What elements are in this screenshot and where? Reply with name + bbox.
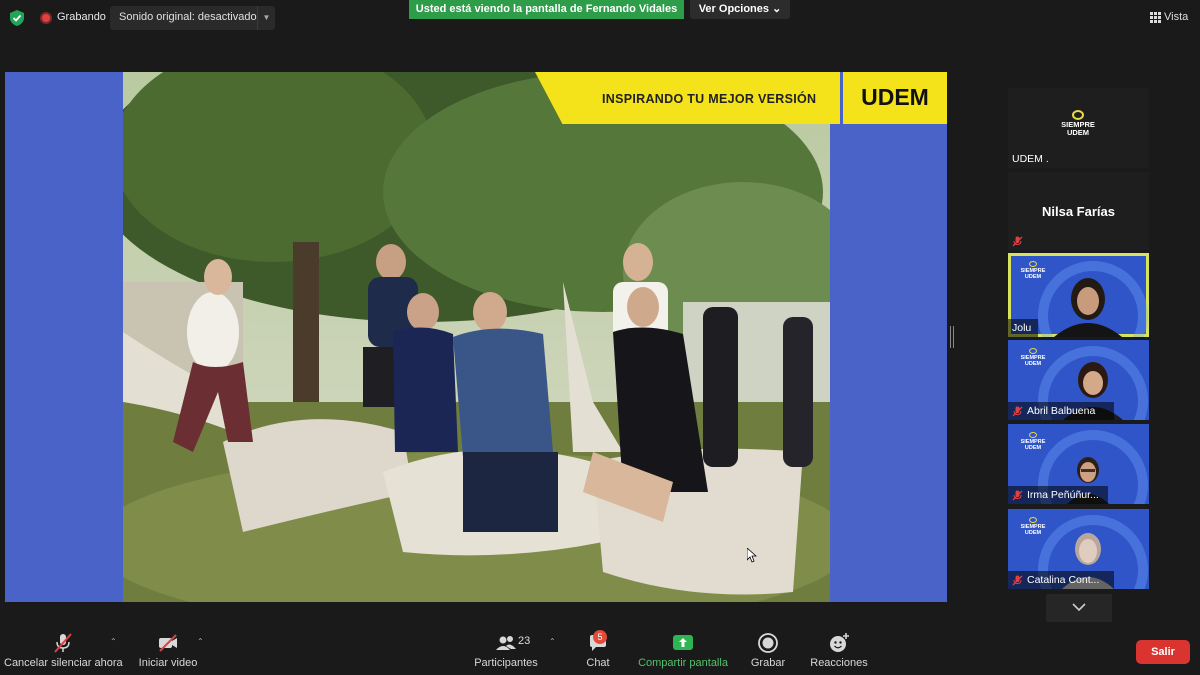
muted-mic-icon <box>1012 490 1023 500</box>
reactions-icon <box>830 633 849 652</box>
original-sound-label: Sonido original: desactivado <box>119 11 257 23</box>
chat-label: Chat <box>586 657 610 669</box>
record-icon <box>758 633 778 653</box>
participant-video-image <box>1054 278 1122 337</box>
share-screen-label: Compartir pantalla <box>638 657 728 669</box>
participant-name: Abril Balbuena <box>1012 405 1095 417</box>
reactions-button[interactable]: Reacciones <box>808 626 870 675</box>
view-label: Vista <box>1164 11 1189 23</box>
participant-name-bar <box>1012 235 1027 247</box>
group-photo-image <box>123 72 830 602</box>
video-options-caret-icon[interactable]: ⌃ <box>197 637 204 646</box>
unmute-button[interactable]: Cancelar silenciar ahora <box>4 626 123 675</box>
udem-logo-text: UDEM <box>861 84 929 110</box>
participant-tile-nilsa[interactable]: Nilsa Farías <box>1008 172 1149 250</box>
siempre-udem-logo: SIEMPRE UDEM <box>1054 110 1102 137</box>
record-label: Grabar <box>750 657 786 669</box>
participants-label: Participantes <box>474 657 538 669</box>
participant-name: Jolu <box>1012 322 1032 334</box>
participant-name: Catalina Cont... <box>1012 574 1099 586</box>
participants-caret-icon[interactable]: ⌃ <box>549 637 556 646</box>
view-options-label: Ver Opciones <box>698 3 770 15</box>
muted-mic-icon <box>54 633 72 653</box>
muted-mic-icon <box>1012 236 1023 247</box>
view-options-button[interactable]: Ver Opciones ⌄ <box>690 0 790 19</box>
participants-button[interactable]: 23 Participantes <box>474 626 538 675</box>
muted-mic-icon <box>1012 575 1023 585</box>
leave-meeting-button[interactable]: Salir <box>1136 640 1190 664</box>
participants-count: 23 <box>518 635 531 647</box>
siempre-udem-logo: SIEMPRE UDEM <box>1016 261 1050 280</box>
original-sound-dropdown[interactable]: Sonido original: desactivado ▼ <box>110 6 275 30</box>
siempre-udem-logo: SIEMPRE UDEM <box>1016 432 1050 451</box>
record-button[interactable]: Grabar <box>748 626 788 675</box>
unmute-label: Cancelar silenciar ahora <box>4 657 123 669</box>
chat-unread-badge: 5 <box>593 630 607 644</box>
mouse-pointer-icon <box>747 548 757 563</box>
panel-resize-handle[interactable] <box>950 326 954 348</box>
participant-tile-udem[interactable]: SIEMPRE UDEM UDEM . <box>1008 88 1149 168</box>
participant-tile-catalina[interactable]: SIEMPRE UDEM Catalina Cont... <box>1008 509 1149 589</box>
start-video-label: Iniciar video <box>138 657 198 669</box>
participant-tile-abril[interactable]: SIEMPRE UDEM Abril Balbuena <box>1008 340 1149 420</box>
meeting-top-bar: Grabando Sonido original: desactivado ▼ … <box>0 0 1200 36</box>
share-screen-button[interactable]: Compartir pantalla <box>636 626 730 675</box>
recording-dot-icon <box>40 12 52 24</box>
siempre-udem-logo: SIEMPRE UDEM <box>1016 348 1050 367</box>
audio-options-caret-icon[interactable]: ⌃ <box>110 637 117 646</box>
start-video-button[interactable]: Iniciar video <box>134 626 202 675</box>
participant-display-name: Nilsa Farías <box>1042 204 1115 219</box>
participant-name: UDEM . <box>1012 153 1049 165</box>
grid-icon <box>1150 12 1161 23</box>
view-layout-button[interactable]: Vista <box>1146 9 1194 27</box>
participants-icon <box>496 636 516 650</box>
viewing-screen-banner: Usted está viendo la pantalla de Fernand… <box>409 0 684 19</box>
gallery-scroll-down-button[interactable] <box>1046 594 1112 622</box>
chat-button[interactable]: 5 Chat <box>578 626 618 675</box>
participant-tile-jolu[interactable]: SIEMPRE UDEM Jolu <box>1008 253 1149 337</box>
shared-screen[interactable]: INSPIRANDO TU MEJOR VERSIÓN UDEM <box>5 72 947 602</box>
chevron-down-icon[interactable]: ▼ <box>257 6 275 30</box>
udem-logo-box: UDEM <box>843 72 947 124</box>
muted-mic-icon <box>1012 406 1023 416</box>
recording-label: Grabando <box>57 11 106 23</box>
video-off-icon <box>159 634 177 652</box>
share-screen-icon <box>673 635 693 650</box>
shield-check-icon[interactable] <box>10 10 24 26</box>
meeting-toolbar: Cancelar silenciar ahora ⌃ Iniciar video… <box>0 626 1200 675</box>
siempre-udem-logo: SIEMPRE UDEM <box>1016 517 1050 536</box>
participant-tile-irma[interactable]: SIEMPRE UDEM Irma Peñúñur... <box>1008 424 1149 504</box>
participant-name: Irma Peñúñur... <box>1012 489 1099 501</box>
chevron-down-icon <box>1072 603 1086 612</box>
reactions-label: Reacciones <box>810 657 868 669</box>
slide-banner-text: INSPIRANDO TU MEJOR VERSIÓN <box>602 92 817 106</box>
